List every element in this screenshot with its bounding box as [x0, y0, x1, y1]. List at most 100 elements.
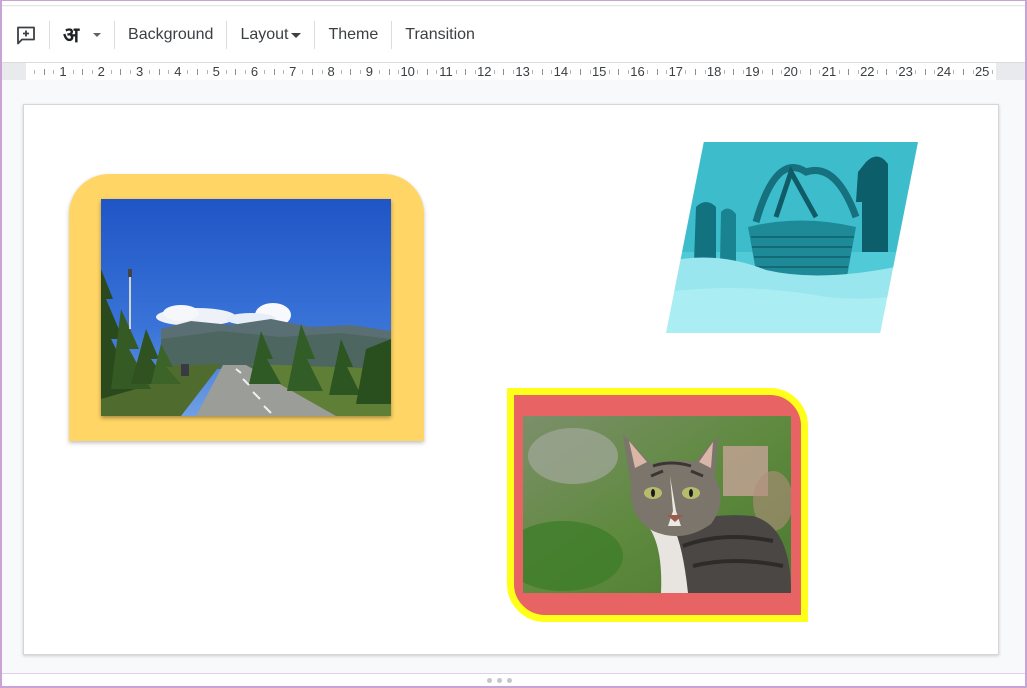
road-landscape-image[interactable] [101, 199, 391, 416]
ruler-tick [761, 70, 763, 74]
ruler-tick [896, 70, 898, 74]
slide-canvas-area [2, 80, 1025, 673]
ruler-label: 7 [289, 64, 297, 79]
ruler-label: 19 [745, 64, 760, 79]
ruler-tick [311, 69, 313, 75]
speaker-notes-resize-bar[interactable] [2, 673, 1025, 686]
ruler-label: 1 [59, 64, 67, 79]
ruler-tick [244, 70, 246, 74]
ruler-tick [302, 70, 304, 74]
cat-image-frame[interactable] [507, 388, 808, 622]
ruler-tick [53, 70, 55, 74]
ruler-tick [704, 70, 706, 74]
road-image-frame[interactable] [69, 174, 424, 441]
ruler-tick [857, 70, 859, 74]
ruler-tick [532, 70, 534, 74]
ruler-tick [321, 70, 323, 74]
ruler-tick [723, 70, 725, 74]
ruler-tick [934, 70, 936, 74]
chevron-down-icon [291, 33, 302, 38]
ruler-tick [264, 70, 266, 74]
tabby-cat-image[interactable] [523, 416, 791, 593]
ruler-tick [503, 69, 505, 75]
ruler-tick [225, 70, 227, 74]
ruler-tick [82, 69, 84, 75]
ruler-tick [800, 70, 802, 74]
background-button[interactable]: Background [115, 17, 226, 53]
layout-label: Layout [240, 25, 289, 43]
ruler-tick [953, 70, 955, 74]
drag-handle-icon[interactable] [487, 678, 512, 683]
window-top-edge [2, 0, 1025, 6]
ruler-tick [666, 70, 668, 74]
ruler-tick [627, 70, 629, 74]
ruler-tick [474, 70, 476, 74]
ruler-tick [618, 69, 620, 75]
toolbar: अ Background Layout Theme Transition [2, 7, 1025, 62]
wicker-basket-image[interactable] [666, 142, 918, 333]
ruler-tick [541, 69, 543, 75]
ruler-tick [781, 70, 783, 74]
ruler-label: 14 [553, 64, 569, 79]
ruler-tick [168, 70, 170, 74]
ruler-tick [972, 70, 974, 74]
ruler-label: 4 [174, 64, 182, 79]
ruler-tick [398, 70, 400, 74]
ruler-label: 3 [135, 64, 144, 79]
layout-button[interactable]: Layout [227, 17, 314, 53]
transition-button[interactable]: Transition [392, 17, 488, 53]
ruler-tick [924, 69, 926, 75]
ruler-tick [158, 69, 160, 75]
ruler-tick [91, 70, 93, 74]
ruler-tick [570, 70, 572, 74]
ruler-track[interactable]: 1 2 3 4 5 6 7 8 9 10 11 12 13 14 15 16 17 18 19 20 21 22 23 24 2… [26, 63, 996, 80]
ruler-tick [580, 69, 582, 75]
ruler-label: 17 [668, 64, 684, 79]
ruler-tick [886, 69, 888, 75]
input-tools-icon: अ [63, 22, 80, 47]
ruler-tick [694, 69, 696, 75]
ruler-tick [465, 69, 467, 75]
ruler-tick [742, 70, 744, 74]
ruler-label: 15 [591, 64, 607, 79]
ruler-tick [120, 69, 122, 75]
horizontal-ruler: 1 2 3 4 5 6 7 8 9 10 11 12 13 14 15 16 17 18 19 20 21 22 23 24 2… [2, 62, 1025, 80]
ruler-label: 8 [327, 64, 335, 79]
ruler-tick [388, 69, 390, 75]
ruler-tick [72, 70, 74, 74]
ruler-tick [436, 70, 438, 74]
theme-button[interactable]: Theme [315, 17, 391, 53]
ruler-label: 5 [212, 64, 220, 79]
ruler-label: 10 [400, 64, 415, 79]
ruler-tick [819, 70, 821, 74]
ruler-tick [876, 70, 878, 74]
ruler-tick [809, 69, 811, 75]
slide[interactable] [23, 104, 999, 655]
ruler-tick [378, 70, 380, 74]
ruler-label: 9 [365, 64, 374, 79]
ruler-tick [685, 70, 687, 74]
ruler-tick [43, 69, 45, 75]
ruler-tick [197, 69, 199, 75]
ruler-tick [589, 70, 591, 74]
ruler-label: 12 [477, 64, 492, 79]
ruler-label: 21 [821, 64, 837, 79]
ruler-tick [426, 69, 428, 75]
ruler-tick [206, 70, 208, 74]
ruler-tick [647, 70, 649, 74]
input-tools-button[interactable]: अ [50, 17, 114, 53]
ruler-label: 25 [974, 64, 990, 79]
ruler-tick [350, 69, 352, 75]
ruler-label: 22 [860, 64, 875, 79]
add-comment-button[interactable] [2, 17, 49, 53]
ruler-tick [915, 70, 917, 74]
ruler-label: 18 [706, 64, 722, 79]
ruler-label: 23 [898, 64, 913, 79]
ruler-tick [991, 70, 993, 74]
ruler-tick [187, 70, 189, 74]
chevron-down-icon[interactable] [93, 32, 102, 37]
ruler-tick [771, 69, 773, 75]
ruler-label: 11 [439, 64, 453, 79]
ruler-tick [455, 70, 457, 74]
ruler-label: 13 [515, 64, 530, 79]
